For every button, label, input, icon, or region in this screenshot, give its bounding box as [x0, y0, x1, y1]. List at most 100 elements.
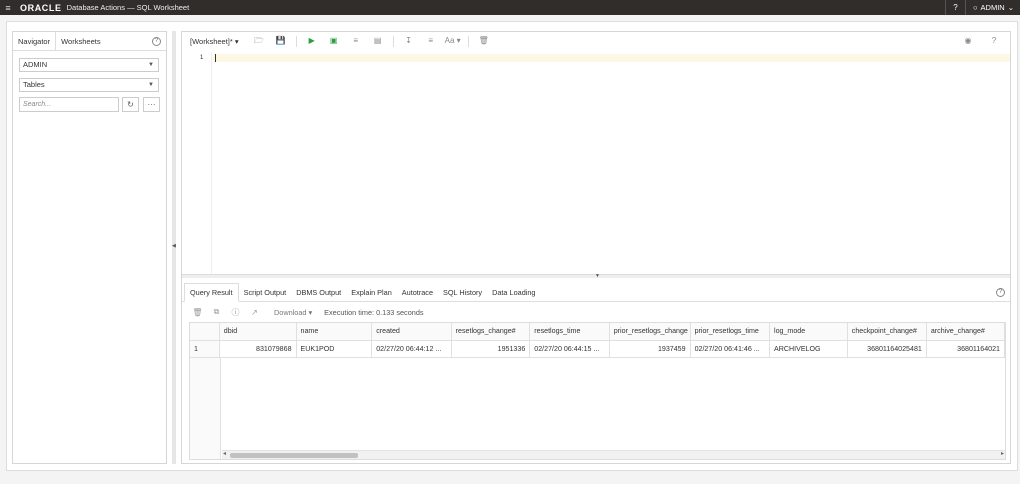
toolbar-divider — [467, 35, 469, 47]
copy-icon[interactable]: ⧉ — [209, 307, 224, 317]
results-grid[interactable]: dbid name created resetlogs_change# resetlog… — [189, 322, 1006, 460]
current-line-highlight — [213, 54, 1010, 62]
line-gutter: 1 — [182, 52, 212, 274]
table-cell[interactable]: 36801164025481 — [847, 340, 927, 358]
open-folder-icon[interactable]: 🗁 — [249, 34, 269, 48]
table-cell[interactable]: EUK1POD — [296, 340, 373, 358]
oracle-logo: ORACLE — [20, 2, 62, 13]
open-external-icon[interactable]: ↗ — [247, 308, 262, 317]
autotrace-icon[interactable]: ▤ — [368, 34, 388, 48]
save-icon[interactable]: 💾 — [271, 34, 291, 48]
refresh-icon[interactable]: ↻ — [122, 97, 139, 112]
editor-toolbar-right: ◉ ? — [958, 34, 1004, 48]
column-header[interactable]: resetlogs_time — [529, 323, 610, 341]
header-row: dbid name created resetlogs_change# resetlog… — [190, 323, 1005, 341]
column-header[interactable]: log_mode — [769, 323, 848, 341]
scroll-right-icon[interactable]: ▸ — [1001, 450, 1004, 457]
row-number: 1 — [190, 340, 220, 358]
results-tabs: Query Result Script Output DBMS Output Expl… — [182, 283, 1010, 302]
column-header[interactable]: archive_change# — [926, 323, 1005, 341]
tab-dbms-output[interactable]: DBMS Output — [291, 283, 346, 301]
results-toolbar: 🗑 ⧉ ⓘ ↗ Download ▾ Execution time: 0.133… — [190, 304, 424, 320]
text-cursor — [215, 54, 216, 62]
explain-plan-icon[interactable]: ≡ — [346, 34, 366, 48]
table-cell[interactable]: 02/27/20 06:44:15 ... — [529, 340, 610, 358]
tab-worksheets[interactable]: Worksheets — [56, 32, 105, 50]
column-header[interactable]: name — [296, 323, 373, 341]
table-cell[interactable]: 1951336 — [451, 340, 531, 358]
object-type-value: Tables — [23, 80, 45, 89]
top-bar: ≡ ORACLE Database Actions — SQL Workshee… — [0, 0, 1020, 15]
grid-body: 1 831079868 EUK1POD 02/27/20 06:44:12 ... 19… — [190, 340, 1005, 358]
column-header[interactable]: resetlogs_change# — [451, 323, 531, 341]
text-case-icon[interactable]: Aa ▾ — [443, 34, 463, 48]
caret-down-icon: ▼ — [148, 62, 154, 68]
column-header[interactable]: checkpoint_change# — [847, 323, 927, 341]
horizontal-splitter[interactable]: ▼ — [182, 273, 1010, 279]
results-help-icon[interactable]: ? — [996, 288, 1005, 297]
tab-explain-plan[interactable]: Explain Plan — [346, 283, 397, 301]
hamburger-menu-icon[interactable]: ≡ — [0, 3, 16, 13]
code-editor[interactable]: 1 — [182, 52, 1010, 274]
download-icon[interactable]: ↧ — [399, 34, 419, 48]
find-binoculars-icon[interactable]: ◉ — [958, 34, 978, 48]
help-icon[interactable]: ? — [945, 0, 965, 15]
run-script-icon[interactable]: ▣ — [324, 34, 344, 48]
table-cell[interactable]: ARCHIVELOG — [769, 340, 848, 358]
results-table: dbid name created resetlogs_change# resetlog… — [190, 323, 1005, 358]
tab-query-result[interactable]: Query Result — [184, 283, 239, 302]
schema-select-value: ADMIN — [23, 60, 48, 69]
table-cell[interactable]: 36801164021 — [926, 340, 1005, 358]
download-dropdown[interactable]: Download ▾ — [274, 308, 312, 317]
worksheet-dropdown[interactable]: [Worksheet]* ▾ — [190, 37, 239, 46]
vertical-splitter[interactable]: ◀ — [172, 31, 176, 464]
user-name: ADMIN — [980, 3, 1005, 12]
user-menu[interactable]: ○ ADMIN ⌄ — [965, 0, 1020, 15]
schema-select[interactable]: ADMIN ▼ — [19, 58, 159, 72]
chevron-down-icon: ⌄ — [1007, 3, 1014, 12]
download-label: Download — [274, 307, 307, 317]
caret-down-icon: ▼ — [148, 82, 154, 88]
user-icon: ○ — [973, 3, 978, 12]
row-number-header — [190, 323, 220, 341]
column-header[interactable]: dbid — [219, 323, 297, 341]
table-row[interactable]: 1 831079868 EUK1POD 02/27/20 06:44:12 ... 19… — [190, 340, 1005, 358]
navigator-tabs: Navigator Worksheets ? — [13, 32, 166, 51]
toolbar-divider — [392, 35, 394, 47]
table-cell[interactable]: 831079868 — [219, 340, 297, 358]
run-statement-icon[interactable]: ▶ — [302, 34, 322, 48]
scrollbar-thumb[interactable] — [230, 453, 358, 458]
format-icon[interactable]: ≡ — [421, 34, 441, 48]
column-header[interactable]: created — [371, 323, 452, 341]
column-header[interactable]: prior_resetlogs_change — [609, 323, 691, 341]
table-cell[interactable]: 1937459 — [609, 340, 691, 358]
table-cell[interactable]: 02/27/20 06:41:46 ... — [690, 340, 771, 358]
tab-navigator[interactable]: Navigator — [13, 32, 57, 50]
delete-icon[interactable]: 🗑 — [190, 308, 205, 317]
search-input[interactable]: Search... — [19, 97, 119, 112]
tab-sql-history[interactable]: SQL History — [438, 283, 487, 301]
horizontal-scrollbar[interactable]: ◂ ▸ — [222, 450, 1005, 459]
navigator-help-icon[interactable]: ? — [152, 36, 161, 46]
tab-data-loading[interactable]: Data Loading — [487, 283, 540, 301]
execution-time: Execution time: 0.133 seconds — [324, 307, 424, 317]
navigator-panel: Navigator Worksheets ? ADMIN ▼ Tables ▼ … — [12, 31, 167, 464]
worksheet-label: [Worksheet]* — [190, 36, 233, 46]
more-options-icon[interactable]: ··· — [143, 97, 160, 112]
editor-help-icon[interactable]: ? — [984, 34, 1004, 48]
object-type-select[interactable]: Tables ▼ — [19, 78, 159, 92]
scroll-left-icon[interactable]: ◂ — [223, 450, 226, 457]
column-header[interactable]: prior_resetlogs_time — [690, 323, 771, 341]
collapse-down-icon[interactable]: ▼ — [595, 273, 600, 279]
info-icon[interactable]: ⓘ — [228, 307, 243, 318]
table-cell[interactable]: 02/27/20 06:44:12 ... — [371, 340, 452, 358]
collapse-left-icon[interactable]: ◀ — [172, 243, 176, 249]
tab-autotrace[interactable]: Autotrace — [397, 283, 438, 301]
editor-toolbar: [Worksheet]* ▾ 🗁 💾 ▶ ▣ ≡ ▤ ↧ ≡ Aa ▾ 🗑 ◉ … — [182, 32, 1010, 50]
line-number: 1 — [200, 55, 204, 61]
editor-area: [Worksheet]* ▾ 🗁 💾 ▶ ▣ ≡ ▤ ↧ ≡ Aa ▾ 🗑 ◉ … — [181, 31, 1011, 464]
clear-trash-icon[interactable]: 🗑 — [474, 34, 494, 48]
toolbar-divider — [295, 35, 297, 47]
row-header-column — [190, 358, 221, 459]
tab-script-output[interactable]: Script Output — [239, 283, 292, 301]
